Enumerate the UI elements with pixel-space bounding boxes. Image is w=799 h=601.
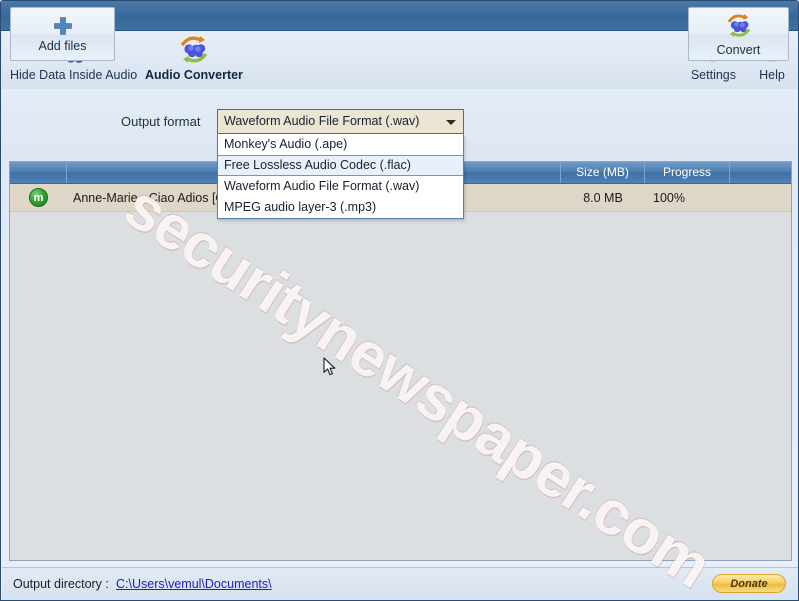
output-directory-label: Output directory :	[13, 577, 109, 591]
column-header-progress[interactable]: Progress	[645, 162, 730, 183]
ribbon-item-label: Settings	[690, 68, 736, 82]
audio-converter-icon	[181, 36, 207, 63]
file-size-cell: 8.0 MB	[583, 190, 623, 205]
ribbon-item-label: Help	[759, 68, 785, 82]
output-format-label: Output format	[121, 114, 201, 129]
convert-label: Convert	[716, 43, 761, 57]
convert-arrows-icon	[727, 14, 750, 38]
ribbon-item-audio-converter[interactable]: Audio Converter	[145, 33, 243, 82]
mode-toolbar: Hide Data Inside Audio Audio Converter S…	[2, 31, 798, 89]
output-directory-link[interactable]: C:\Users\vemul\Documents\	[116, 577, 272, 591]
window-frame: DeepSound 2.0	[0, 0, 799, 601]
plus-icon	[53, 17, 72, 35]
dropdown-option-wav[interactable]: Waveform Audio File Format (.wav)	[218, 176, 463, 197]
file-type-cell: m	[10, 184, 67, 212]
file-progress-cell: 100%	[653, 190, 685, 205]
file-list: File Size (MB) Progress m Anne-Marie - C…	[9, 161, 792, 561]
output-format-dropdown: Monkey's Audio (.ape) Free Lossless Audi…	[217, 134, 464, 219]
output-format-combobox[interactable]: Waveform Audio File Format (.wav)	[217, 109, 464, 134]
add-files-button[interactable]: Add files	[10, 7, 115, 61]
dropdown-option-mp3[interactable]: MPEG audio layer-3 (.mp3)	[218, 197, 463, 218]
column-header-spacer	[730, 162, 791, 183]
column-header-icon[interactable]	[10, 162, 67, 183]
add-files-label: Add files	[38, 39, 87, 53]
dropdown-option-ape[interactable]: Monkey's Audio (.ape)	[218, 134, 463, 155]
title-bar: DeepSound 2.0	[1, 1, 798, 31]
file-list-body: m Anne-Marie - Ciao Adios [Off 8.0 MB 10…	[10, 184, 791, 560]
chevron-down-icon[interactable]	[446, 120, 456, 125]
mp3-file-icon: m	[29, 188, 48, 207]
convert-button[interactable]: Convert	[688, 7, 789, 61]
file-spacer-cell	[730, 184, 791, 212]
dropdown-option-flac[interactable]: Free Lossless Audio Codec (.flac)	[218, 155, 463, 176]
ribbon-item-label: Hide Data Inside Audio	[10, 68, 138, 82]
output-format-selected-value: Waveform Audio File Format (.wav)	[224, 114, 420, 128]
ribbon-item-label: Audio Converter	[145, 68, 243, 82]
status-bar: Output directory : C:\Users\vemul\Docume…	[2, 567, 798, 600]
deepsound-window: DeepSound 2.0	[0, 0, 799, 601]
donate-button[interactable]: Donate	[712, 574, 786, 593]
column-header-size[interactable]: Size (MB)	[561, 162, 645, 183]
